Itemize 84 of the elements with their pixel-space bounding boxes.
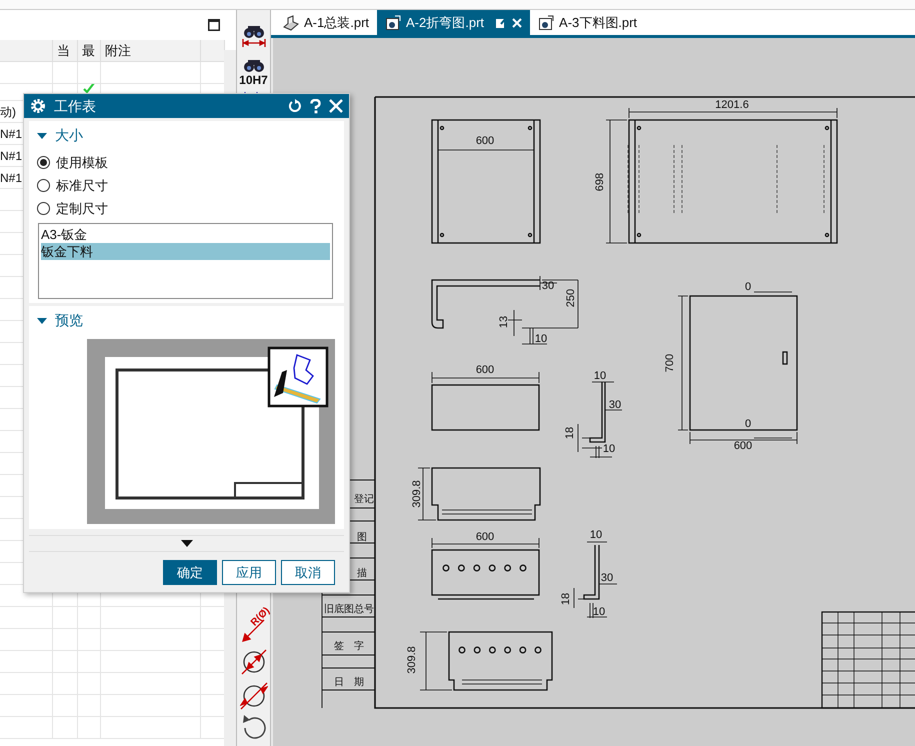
dialog-button[interactable]: 取消	[281, 560, 335, 585]
radio-option[interactable]: 定制尺寸	[37, 197, 336, 220]
dimension-label: 10	[534, 333, 548, 345]
side-label: 日 期	[334, 677, 364, 688]
table-cell	[53, 651, 78, 673]
dimension-label: 10	[602, 443, 616, 455]
drawing-file-icon	[538, 14, 554, 30]
section-title[interactable]: 预览	[55, 310, 83, 331]
dimension-label: 600	[476, 531, 494, 543]
dimension-label: 309.8	[406, 646, 418, 674]
dimension-label: 600	[476, 364, 494, 376]
dimension-label: 10	[594, 370, 606, 382]
table-cell	[53, 717, 78, 739]
close-icon[interactable]	[512, 18, 522, 28]
binoculars-dimension-icon	[240, 24, 268, 50]
table-cell	[0, 607, 53, 629]
more-options-icon[interactable]	[180, 540, 192, 547]
toolbar-button[interactable]: 10H7	[239, 58, 268, 86]
dialog-button[interactable]: 应用	[222, 560, 276, 585]
list-item[interactable]: 钣金下料	[41, 243, 330, 260]
side-label: 描	[357, 568, 367, 579]
dimension-label: 309.8	[411, 480, 423, 508]
dimension-label: 0	[744, 281, 752, 293]
column-header[interactable]: 最	[78, 40, 101, 62]
help-icon[interactable]	[310, 98, 321, 114]
dimension-label: 250	[565, 288, 577, 308]
dimension-label: 10	[590, 529, 602, 541]
table-cell	[0, 673, 53, 695]
dimension-label: 600	[476, 135, 494, 147]
radio-button[interactable]	[37, 179, 50, 192]
maximize-icon[interactable]	[208, 19, 220, 31]
diameter-icon	[240, 682, 268, 710]
table-cell	[0, 629, 53, 651]
toolbar-button[interactable]	[240, 648, 268, 676]
dimension-label: 30	[608, 399, 622, 411]
diameter-icon	[240, 648, 268, 676]
table-cell	[78, 695, 101, 717]
dialog-title: 工作表	[54, 96, 97, 116]
toolbar-button[interactable]	[240, 682, 268, 710]
table-cell	[78, 607, 101, 629]
side-label: 登记	[354, 494, 374, 505]
table-cell	[53, 695, 78, 717]
dimension-label: 18	[560, 592, 572, 606]
table-cell	[78, 673, 101, 695]
collapse-icon[interactable]	[37, 130, 47, 140]
column-header[interactable]: 当	[53, 40, 78, 62]
side-label: 图	[357, 532, 367, 543]
section-title[interactable]: 大小	[55, 125, 83, 146]
table-cell	[78, 629, 101, 651]
dimension-label: 10	[592, 606, 606, 618]
file-tab[interactable]: A-2折弯图.prt	[377, 10, 530, 35]
dimension-label: 30	[542, 280, 554, 292]
table-cell	[78, 717, 101, 739]
column-header[interactable]: 附注	[101, 40, 201, 62]
table-cell	[0, 695, 53, 717]
file-tab[interactable]: A-3下料图.prt	[530, 10, 646, 35]
toolbar-button[interactable]	[240, 24, 268, 50]
table-cell	[53, 607, 78, 629]
collapse-icon[interactable]	[37, 316, 47, 326]
list-item[interactable]: A3-钣金	[41, 226, 330, 243]
side-label: 签 字	[334, 641, 364, 652]
dimension-label: 13	[498, 316, 510, 328]
radio-button[interactable]	[37, 156, 50, 169]
table-cell	[0, 717, 53, 739]
dialog-button[interactable]: 确定	[163, 560, 217, 585]
dimension-label: 18	[564, 426, 576, 440]
dimension-label: 1201.6	[715, 99, 749, 111]
side-label: 旧底图总号	[324, 604, 374, 615]
dimension-label: 700	[664, 354, 676, 372]
dimension-label: 30	[600, 572, 614, 584]
reset-icon[interactable]	[288, 99, 302, 113]
dimension-label: 600	[734, 440, 752, 452]
drawing-file-icon	[385, 14, 402, 30]
table-cell	[53, 673, 78, 695]
close-icon[interactable]	[329, 99, 343, 113]
settings-icon	[30, 98, 46, 114]
part-file-icon	[283, 14, 299, 30]
table-cell	[0, 651, 53, 673]
file-tab[interactable]: A-1总装.prt	[275, 10, 378, 35]
dimension-label: 698	[594, 172, 606, 192]
table-cell	[53, 629, 78, 651]
dimension-label: 0	[744, 418, 752, 430]
radio-button[interactable]	[37, 202, 50, 215]
table-cell	[78, 651, 101, 673]
